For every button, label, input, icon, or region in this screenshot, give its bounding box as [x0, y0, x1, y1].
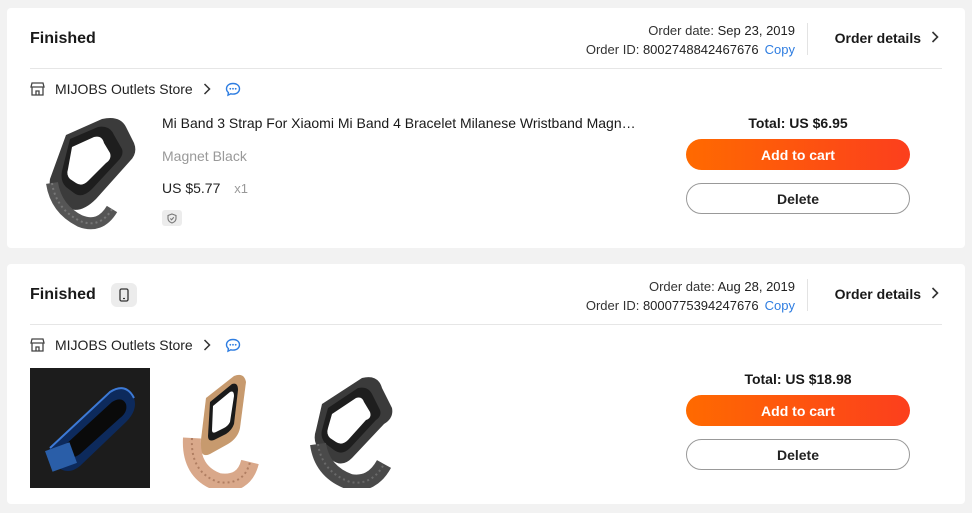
order-details-label: Order details	[834, 30, 921, 46]
mobile-device-icon	[111, 283, 137, 307]
order-id-label: Order ID:	[585, 42, 640, 57]
order-details-link[interactable]: Order details	[835, 30, 939, 46]
product-price: US $5.77	[162, 180, 221, 196]
order-id: 8002748842467676	[642, 42, 759, 57]
header-separator	[807, 279, 808, 311]
order-status: Finished	[30, 30, 96, 47]
store-name-link[interactable]: MIJOBS Outlets Store	[55, 337, 193, 353]
product-image[interactable]	[40, 113, 140, 233]
order-details-label: Order details	[834, 286, 921, 302]
order-id: 8000775394247676	[642, 298, 759, 313]
order-date: Sep 23, 2019	[717, 23, 795, 38]
order-meta: Order date: Aug 28, 2019 Order ID: 80007…	[586, 277, 795, 315]
store-name-link[interactable]: MIJOBS Outlets Store	[55, 81, 193, 97]
order-date: Aug 28, 2019	[717, 279, 795, 294]
buyer-protection-icon[interactable]	[162, 210, 182, 226]
order-details-link[interactable]: Order details	[835, 286, 939, 302]
delete-order-button[interactable]: Delete	[686, 183, 910, 214]
copy-order-id-link[interactable]: Copy	[765, 298, 795, 313]
chevron-right-icon	[931, 30, 939, 46]
order-header: Finished Order date: Sep 23, 2019 Order …	[7, 8, 965, 69]
order-meta: Order date: Sep 23, 2019 Order ID: 80027…	[586, 21, 795, 59]
header-divider	[30, 324, 942, 325]
product-quantity: x1	[234, 181, 248, 196]
add-to-cart-button[interactable]: Add to cart	[686, 395, 910, 426]
chevron-right-icon[interactable]	[203, 83, 211, 95]
order-total: Total: US $18.98	[744, 371, 852, 387]
order-card: Finished Order date: Sep 23, 2019 Order …	[7, 8, 965, 248]
message-icon[interactable]	[225, 338, 241, 353]
product-title-link[interactable]: Mi Band 3 Strap For Xiaomi Mi Band 4 Bra…	[162, 115, 642, 131]
product-variant: Magnet Black	[162, 148, 247, 164]
header-separator	[807, 23, 808, 55]
chevron-right-icon[interactable]	[203, 339, 211, 351]
store-row: MIJOBS Outlets Store	[30, 81, 241, 97]
copy-order-id-link[interactable]: Copy	[765, 42, 795, 57]
product-price-row: US $5.77 x1	[162, 180, 248, 196]
order-header: Finished Order date: Aug 28, 2019 Order …	[7, 264, 965, 325]
add-to-cart-button[interactable]: Add to cart	[686, 139, 910, 170]
order-date-label: Order date:	[648, 279, 715, 294]
order-status: Finished	[30, 286, 96, 303]
header-divider	[30, 68, 942, 69]
delete-order-button[interactable]: Delete	[686, 439, 910, 470]
store-icon	[30, 82, 45, 96]
message-icon[interactable]	[225, 82, 241, 97]
product-image[interactable]	[30, 368, 150, 488]
order-id-label: Order ID:	[585, 298, 640, 313]
store-row: MIJOBS Outlets Store	[30, 337, 241, 353]
order-total: Total: US $6.95	[748, 115, 848, 131]
order-card: Finished Order date: Aug 28, 2019 Order …	[7, 264, 965, 504]
product-image[interactable]	[300, 368, 420, 491]
product-image[interactable]	[170, 368, 290, 492]
store-icon	[30, 338, 45, 352]
order-date-label: Order date:	[648, 23, 715, 38]
chevron-right-icon	[931, 286, 939, 302]
